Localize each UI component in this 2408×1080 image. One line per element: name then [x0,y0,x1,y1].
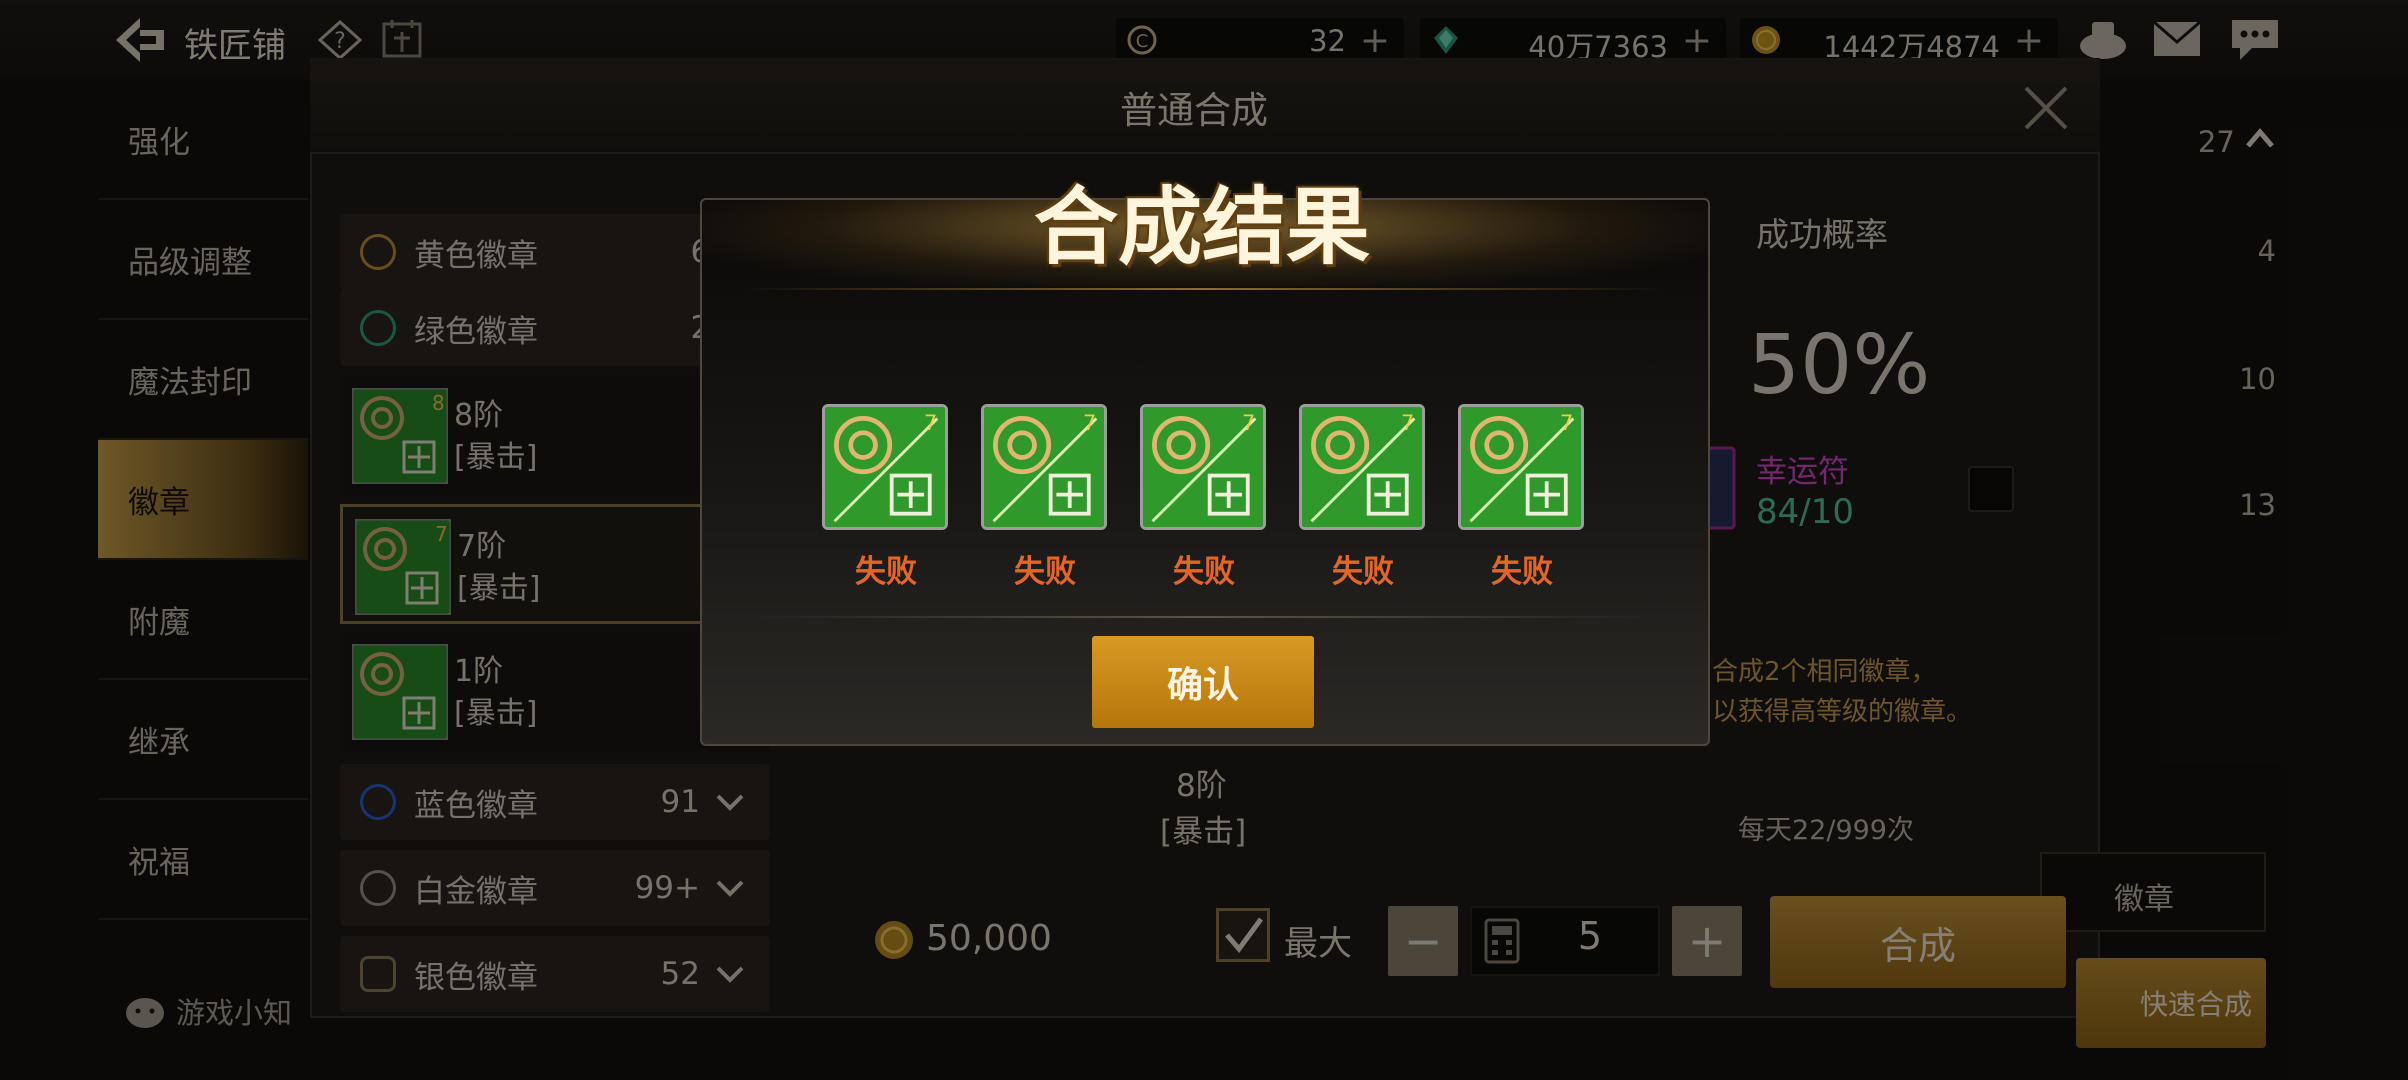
result-item: 7 失败 [981,404,1109,591]
crit-badge-icon: 7 [1458,404,1584,530]
badge-tier-number: 7 [924,411,937,435]
divider [752,616,1652,618]
crit-badge-icon: 7 [981,404,1107,530]
badge-tier-number: 7 [1560,411,1573,435]
crit-badge-icon: 7 [1140,404,1266,530]
badge-tier-number: 7 [1401,411,1414,435]
divider [742,288,1666,290]
confirm-button[interactable]: 确认 [1092,636,1314,728]
crit-badge-icon: 7 [822,404,948,530]
badge-tier-number: 7 [1242,411,1255,435]
result-status: 失败 [1332,554,1394,590]
result-item: 7 失败 [822,404,950,591]
crit-badge-icon: 7 [1299,404,1425,530]
result-item: 7 失败 [1299,404,1427,591]
result-item: 7 失败 [1458,404,1586,591]
result-status: 失败 [855,554,917,590]
result-status: 失败 [1491,554,1553,590]
result-item: 7 失败 [1140,404,1268,591]
badge-tier-number: 7 [1083,411,1096,435]
dialog-title: 合成结果 [1033,178,1370,276]
result-status: 失败 [1014,554,1076,590]
result-status: 失败 [1173,554,1235,590]
